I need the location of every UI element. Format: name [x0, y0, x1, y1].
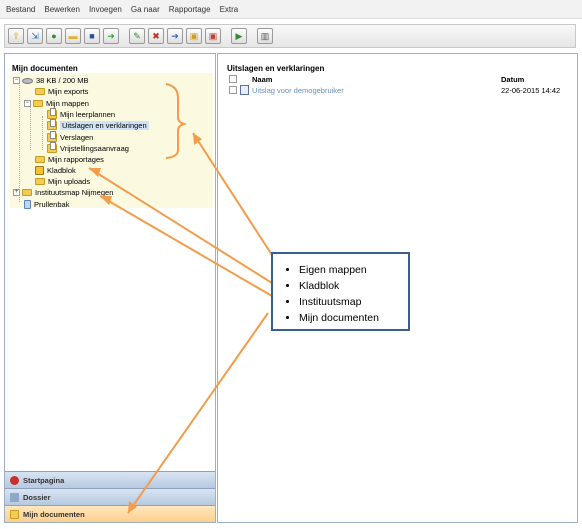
- folder-user-button[interactable]: ▣: [186, 28, 202, 44]
- folder-up-button[interactable]: ⇧: [8, 28, 24, 44]
- tree-item-mijn-uploads[interactable]: Mijn uploads: [35, 176, 90, 187]
- folder-icon: [22, 189, 32, 196]
- tree-label: Mijn exports: [48, 87, 89, 96]
- folder-icon: [33, 100, 43, 107]
- tree-item-vrijstellingsaanvraag[interactable]: Vrijstellingsaanvraag: [47, 142, 129, 154]
- accordion-dossier[interactable]: Dossier: [5, 488, 215, 505]
- tree-item-mijn-exports[interactable]: Mijn exports: [35, 86, 88, 97]
- folder-icon: [10, 509, 19, 519]
- menu-rapportage[interactable]: Rapportage: [169, 5, 211, 14]
- open-folder-icon: ▬: [68, 30, 78, 41]
- columns-button[interactable]: ▥: [257, 28, 273, 44]
- file-date: 22-06-2015 14:42: [501, 86, 561, 95]
- delete-icon: ✖: [152, 30, 160, 41]
- column-header-datum[interactable]: Datum: [501, 75, 524, 84]
- folder-icon: [35, 156, 45, 163]
- tree-item-instituutsmap[interactable]: + Instituutsmap Nijmegen: [13, 187, 113, 198]
- move-icon: ➔: [171, 30, 179, 41]
- green-arrow-button[interactable]: ➜: [103, 28, 119, 44]
- row-checkbox[interactable]: [229, 86, 237, 94]
- tree-label: 38 KB / 200 MB: [36, 76, 89, 85]
- menu-invoegen[interactable]: Invoegen: [89, 5, 122, 14]
- tree-item-mijn-rapportages[interactable]: Mijn rapportages: [35, 154, 104, 165]
- expand-icon[interactable]: +: [13, 189, 20, 196]
- import-icon: ⇲: [31, 30, 39, 41]
- tree-label: Mijn leerplannen: [60, 110, 116, 119]
- toolbar: ⇧ ⇲ ● ▬ ■ ➜ ✎ ✖ ➔ ▣ ▣ ▶ ▥: [4, 24, 576, 48]
- menu-ga-naar[interactable]: Ga naar: [131, 5, 160, 14]
- legend-item: Mijn documenten: [299, 310, 408, 326]
- move-button[interactable]: ➔: [167, 28, 183, 44]
- document-folder-icon: [47, 119, 57, 130]
- document-folder-icon: [47, 142, 57, 153]
- tree-label: Mijn rapportages: [48, 155, 104, 164]
- legend-box: Eigen mappen Kladblok Instituutsmap Mijn…: [271, 252, 410, 331]
- folder-up-icon: ⇧: [12, 30, 20, 41]
- menu-bestand[interactable]: Bestand: [6, 5, 35, 14]
- folder-lock-icon: ▣: [208, 30, 218, 41]
- left-panel: Mijn documenten − 38 KB / 200 MB Mijn ex…: [4, 53, 216, 523]
- menu-bewerken[interactable]: Bewerken: [44, 5, 80, 14]
- accordion-startpagina[interactable]: Startpagina: [5, 471, 215, 488]
- folder-icon: [35, 88, 45, 95]
- legend-item: Instituutsmap: [299, 294, 408, 310]
- import-button[interactable]: ⇲: [27, 28, 43, 44]
- content-title: Uitslagen en verklaringen: [227, 64, 325, 73]
- tree-item-uitslagen[interactable]: Uitslagen en verklaringen: [47, 119, 149, 131]
- folder-user-icon: ▣: [189, 30, 199, 41]
- tree-item-prullenbak[interactable]: Prullenbak: [24, 199, 69, 210]
- tree-label: Mijn uploads: [48, 177, 91, 186]
- column-header-naam[interactable]: Naam: [252, 75, 272, 84]
- tree-title: Mijn documenten: [12, 64, 78, 73]
- tree-item-mijn-leerplannen[interactable]: Mijn leerplannen: [47, 108, 116, 120]
- document-icon: [240, 85, 249, 95]
- menu-bar: Bestand Bewerken Invoegen Ga naar Rappor…: [0, 0, 582, 19]
- accordion-label: Mijn documenten: [23, 509, 85, 519]
- tree-label: Uitslagen en verklaringen: [60, 121, 149, 130]
- collapse-icon[interactable]: −: [24, 100, 31, 107]
- lock-folder-icon: [35, 166, 44, 175]
- select-all-checkbox[interactable]: [229, 75, 237, 83]
- export-button[interactable]: ▶: [231, 28, 247, 44]
- globe-button[interactable]: ●: [46, 28, 62, 44]
- document-folder-icon: [47, 108, 57, 119]
- trash-icon: [24, 200, 31, 209]
- document-folder-icon: [47, 131, 57, 142]
- globe-icon: ●: [51, 30, 57, 41]
- accordion-label: Dossier: [23, 492, 51, 502]
- tree-label: Kladblok: [47, 166, 76, 175]
- edit-button[interactable]: ✎: [129, 28, 145, 44]
- legend-list: Eigen mappen Kladblok Instituutsmap Mijn…: [287, 262, 408, 326]
- collapse-icon[interactable]: −: [13, 77, 20, 84]
- export-icon: ▶: [235, 30, 243, 41]
- save-icon: ■: [89, 30, 95, 41]
- delete-button[interactable]: ✖: [148, 28, 164, 44]
- disk-icon: [22, 77, 33, 84]
- file-link[interactable]: Uitslag voor demogebruiker: [252, 86, 344, 95]
- folder-icon: [35, 178, 45, 185]
- green-arrow-icon: ➜: [107, 30, 115, 41]
- tree-label: Vrijstellingsaanvraag: [60, 144, 129, 153]
- legend-item: Eigen mappen: [299, 262, 408, 278]
- columns-icon: ▥: [260, 30, 270, 41]
- folder-tree: Mijn documenten − 38 KB / 200 MB Mijn ex…: [5, 54, 215, 469]
- open-folder-button[interactable]: ▬: [65, 28, 81, 44]
- tree-item-kladblok[interactable]: Kladblok: [35, 165, 76, 176]
- menu-extra[interactable]: Extra: [220, 5, 239, 14]
- tree-item-quota[interactable]: − 38 KB / 200 MB: [13, 75, 89, 86]
- tree-label: Instituutsmap Nijmegen: [35, 188, 114, 197]
- tree-label: Prullenbak: [34, 200, 70, 209]
- legend-item: Kladblok: [299, 278, 408, 294]
- accordion-label: Startpagina: [23, 475, 65, 485]
- tree-label: Verslagen: [60, 133, 94, 142]
- folder-lock-button[interactable]: ▣: [205, 28, 221, 44]
- edit-icon: ✎: [133, 30, 141, 41]
- accordion-mijn-documenten[interactable]: Mijn documenten: [5, 505, 215, 522]
- tree-label: Mijn mappen: [46, 99, 89, 108]
- dossier-icon: [10, 492, 19, 502]
- save-button[interactable]: ■: [84, 28, 100, 44]
- home-icon: [10, 475, 19, 485]
- tree-item-mijn-mappen[interactable]: − Mijn mappen: [24, 98, 89, 109]
